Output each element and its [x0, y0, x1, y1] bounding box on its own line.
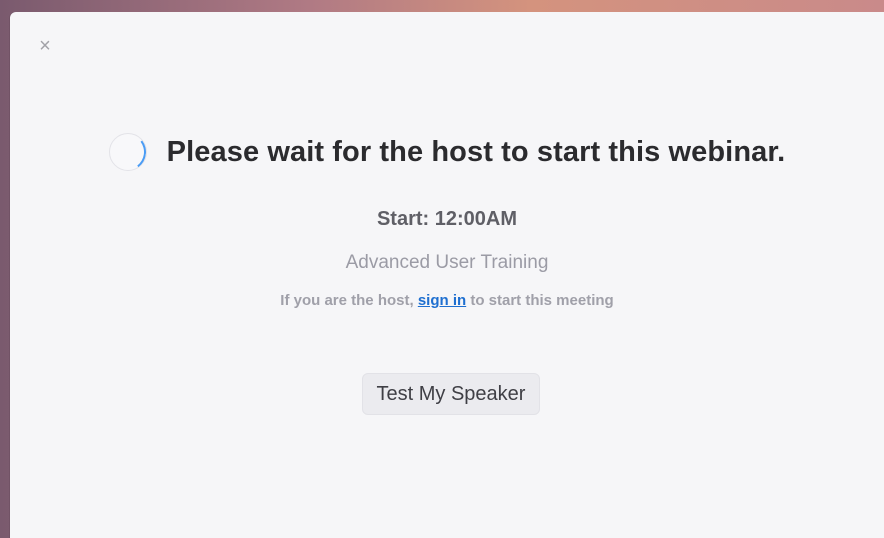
start-time-label: Start: 12:00AM — [376, 208, 518, 230]
waiting-room-window: × Please wait for the host to start this… — [10, 12, 884, 538]
host-sign-in-hint: If you are the host, sign in to start th… — [10, 292, 884, 309]
webinar-topic: Advanced User Training — [345, 252, 549, 273]
test-speaker-button[interactable]: Test My Speaker — [362, 373, 540, 415]
sign-in-link[interactable]: sign in — [418, 292, 466, 309]
host-hint-suffix: to start this meeting — [466, 292, 614, 309]
page-title: Please wait for the host to start this w… — [166, 135, 786, 168]
loading-spinner-icon — [108, 133, 147, 171]
waiting-header: Please wait for the host to start this w… — [10, 132, 884, 172]
close-icon[interactable]: × — [36, 36, 54, 56]
host-hint-prefix: If you are the host, — [280, 292, 418, 309]
